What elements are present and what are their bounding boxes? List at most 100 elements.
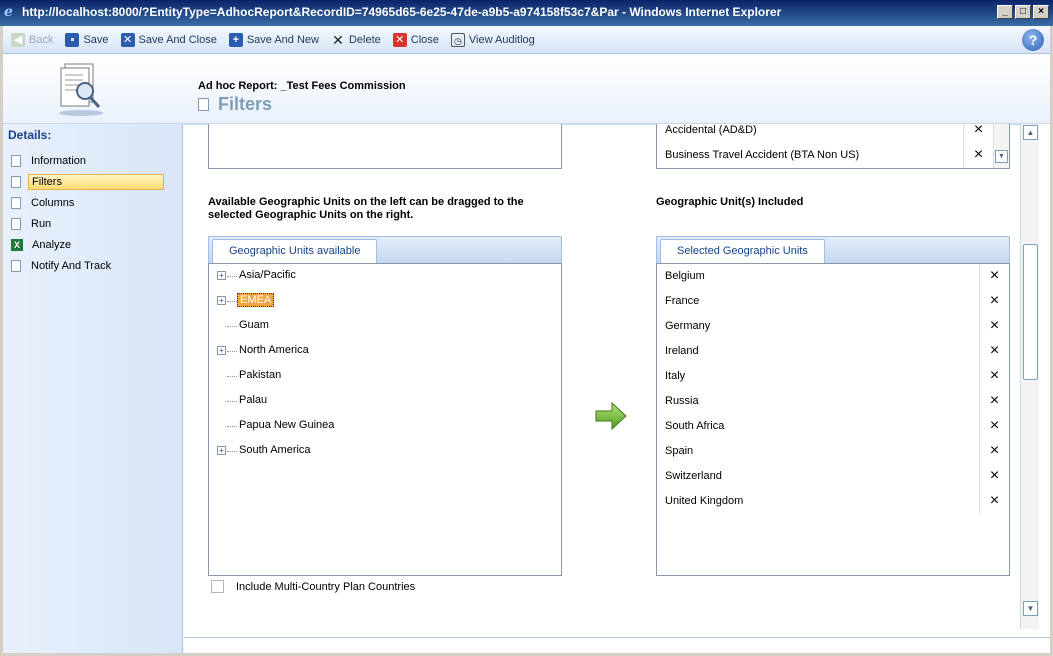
sidebar-heading: Details: — [8, 128, 52, 142]
top-right-list-box[interactable]: Accidental (AD&D) × Business Travel Acci… — [656, 124, 1010, 169]
auditlog-clock-icon: ◷ — [450, 32, 465, 47]
list-item: Italy × — [657, 364, 1009, 389]
list-item-label: South Africa — [665, 420, 725, 432]
tree-connector — [227, 276, 237, 277]
delete-button[interactable]: ✕ Delete — [331, 33, 381, 47]
page-icon — [11, 196, 21, 209]
sidebar-item-label: Filters — [28, 173, 164, 190]
available-tabstrip: Geographic Units available — [208, 236, 562, 264]
entity-title: Ad hoc Report: _Test Fees Commission — [198, 80, 406, 92]
report-document-icon — [59, 63, 103, 116]
save-close-icon: ✕ — [120, 32, 135, 47]
list-item-label: Business Travel Accident (BTA Non US) — [665, 149, 860, 161]
remove-x-icon[interactable]: × — [979, 339, 1009, 364]
help-icon[interactable]: ? — [1022, 29, 1044, 51]
list-item: Switzerland × — [657, 464, 1009, 489]
page-icon — [198, 98, 209, 111]
selected-heading: Geographic Unit(s) Included — [656, 196, 804, 208]
list-item-label: Spain — [665, 445, 694, 457]
sidebar-item-label: Information — [31, 154, 87, 167]
expand-icon[interactable]: + — [217, 271, 226, 280]
save-label: Save — [83, 33, 109, 46]
scroll-down-button[interactable]: ▼ — [1023, 601, 1038, 616]
close-button[interactable]: ✕ Close — [392, 32, 439, 47]
scroll-thumb[interactable] — [1023, 244, 1038, 380]
page-scrollbar[interactable]: ▲ ▼ — [1020, 124, 1039, 629]
tree-node[interactable]: Pakistan — [209, 364, 561, 389]
page-icon — [11, 259, 21, 272]
sidebar-item-filters[interactable]: Filters — [11, 171, 171, 192]
close-window-button[interactable]: × — [1033, 5, 1049, 19]
remove-x-icon[interactable]: × — [979, 314, 1009, 339]
tree-node[interactable]: + Asia/Pacific — [209, 264, 561, 289]
tree-node-label: Pakistan — [239, 369, 282, 381]
back-arrow-icon: ◀ — [11, 32, 25, 47]
expand-icon[interactable]: + — [217, 446, 226, 455]
remove-x-icon[interactable]: × — [979, 289, 1009, 314]
expand-icon[interactable]: + — [217, 296, 226, 305]
save-button[interactable]: ▪ Save — [65, 32, 109, 47]
move-right-arrow-icon[interactable] — [594, 400, 628, 432]
remove-x-icon[interactable]: × — [979, 464, 1009, 489]
sidebar-item-columns[interactable]: Columns — [11, 192, 171, 213]
include-multi-country-checkbox[interactable] — [211, 580, 224, 593]
scroll-up-button[interactable]: ▲ — [1023, 125, 1038, 140]
expand-icon[interactable]: + — [217, 346, 226, 355]
sidebar-item-notify-and-track[interactable]: Notify And Track — [11, 255, 171, 276]
section-title-label: Filters — [218, 94, 273, 114]
tab-selected-geographic-units[interactable]: Selected Geographic Units — [660, 239, 825, 264]
tree-node[interactable]: + North America — [209, 339, 561, 364]
page-icon — [11, 154, 21, 167]
list-item: United Kingdom × — [657, 489, 1009, 514]
sidebar-item-analyze[interactable]: X Analyze — [11, 234, 171, 255]
save-and-new-button[interactable]: + Save And New — [228, 32, 319, 47]
content-bottom-border — [184, 637, 1050, 653]
available-instructions: Available Geographic Units on the left c… — [208, 196, 524, 221]
tree-connector — [227, 401, 237, 402]
delete-label: Delete — [348, 33, 381, 46]
back-label: Back — [29, 33, 54, 46]
sidebar-item-information[interactable]: Information — [11, 150, 171, 171]
remove-x-icon[interactable]: × — [979, 389, 1009, 414]
page-icon — [11, 175, 21, 188]
top-left-list-box[interactable] — [208, 124, 562, 169]
sidebar-item-run[interactable]: Run — [11, 213, 171, 234]
tab-geographic-units-available[interactable]: Geographic Units available — [212, 239, 378, 264]
back-button[interactable]: ◀ Back — [11, 32, 54, 47]
sidebar-item-label: Notify And Track — [31, 259, 112, 272]
close-label: Close — [410, 33, 439, 46]
remove-x-icon[interactable]: × — [979, 439, 1009, 464]
remove-x-icon[interactable]: × — [979, 364, 1009, 389]
available-tree[interactable]: + Asia/Pacific + EMEA Guam + North America Paki… — [208, 263, 562, 576]
tree-node-label: North America — [239, 344, 309, 356]
inner-scroll-down-button[interactable]: ▼ — [995, 150, 1008, 163]
remove-x-icon[interactable]: × — [963, 143, 993, 168]
list-item: Germany × — [657, 314, 1009, 339]
tree-connector — [227, 451, 237, 452]
save-and-new-label: Save And New — [246, 33, 319, 46]
tree-node[interactable]: + EMEA — [209, 289, 561, 314]
inner-scrollbar[interactable]: ▼ — [993, 124, 1009, 168]
page-icon — [11, 217, 21, 230]
sidebar-nav: Information Filters Columns Run X Analyz… — [11, 150, 171, 276]
list-item: Belgium × — [657, 264, 1009, 289]
tree-node[interactable]: Guam — [209, 314, 561, 339]
tree-node[interactable]: Papua New Guinea — [209, 414, 561, 439]
tree-node[interactable]: Palau — [209, 389, 561, 414]
minimize-button[interactable]: _ — [997, 5, 1013, 19]
remove-x-icon[interactable]: × — [979, 489, 1009, 514]
window-controls: _ □ × — [997, 5, 1049, 19]
tree-node[interactable]: + South America — [209, 439, 561, 464]
window-title: http://localhost:8000/?EntityType=AdhocR… — [22, 5, 782, 19]
remove-x-icon[interactable]: × — [979, 264, 1009, 289]
maximize-button[interactable]: □ — [1015, 5, 1031, 19]
selected-list[interactable]: Belgium × France × Germany × Ireland × Italy × Rus… — [656, 263, 1010, 576]
remove-x-icon[interactable]: × — [979, 414, 1009, 439]
remove-x-icon[interactable]: × — [963, 124, 993, 143]
toolbar: ◀ Back ▪ Save ✕ Save And Close + Save An… — [3, 26, 1050, 54]
save-and-close-button[interactable]: ✕ Save And Close — [120, 32, 217, 47]
view-auditlog-button[interactable]: ◷ View Auditlog — [450, 32, 535, 47]
tree-connector — [227, 351, 237, 352]
tree-node-label: Guam — [239, 319, 269, 331]
tree-connector — [227, 301, 237, 302]
